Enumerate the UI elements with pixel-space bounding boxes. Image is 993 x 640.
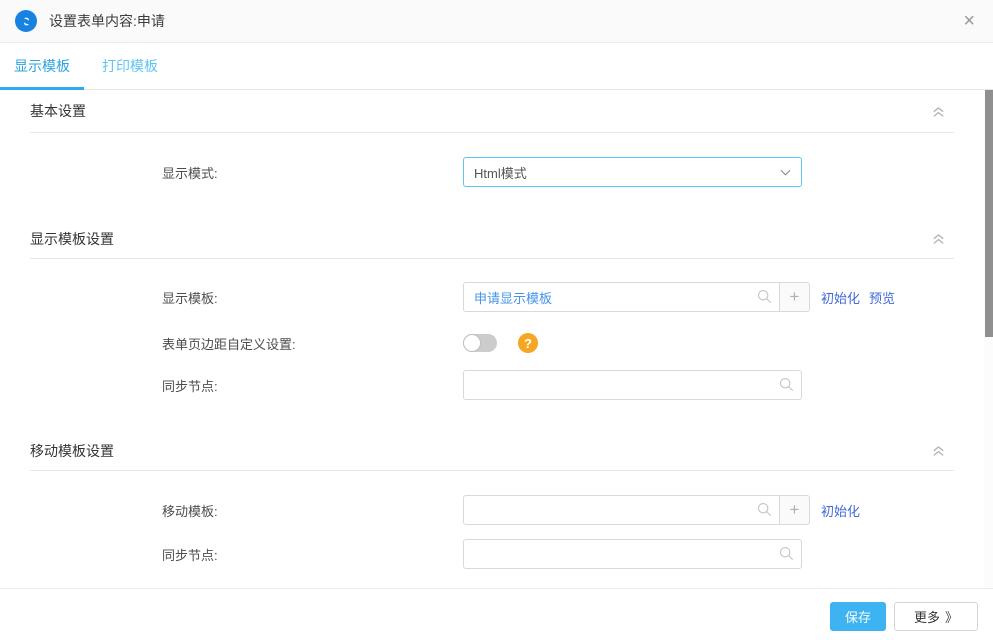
settings-dialog: 设置表单内容:申请 × 显示模板 打印模板 基本设置 显示模式: Html模式 [0, 0, 993, 640]
tab-label: 显示模板 [14, 56, 70, 76]
search-icon[interactable] [779, 377, 794, 392]
mobile-template-row: 移动模板: + 初始化 [30, 495, 954, 525]
mobile-template-input[interactable] [463, 495, 780, 525]
dialog-header: 设置表单内容:申请 × [0, 0, 993, 43]
close-icon[interactable]: × [963, 11, 975, 31]
section-title: 显示模板设置 [30, 229, 114, 249]
question-icon[interactable]: ? [518, 333, 538, 353]
collapse-up-icon[interactable] [931, 443, 946, 458]
collapse-up-icon[interactable] [931, 231, 946, 246]
tab-label: 打印模板 [102, 56, 158, 76]
double-arrow-icon: 》 [945, 607, 958, 626]
page-margin-toggle[interactable] [463, 334, 497, 352]
sync-node-input[interactable] [463, 539, 802, 569]
more-button[interactable]: 更多 》 [894, 602, 978, 631]
toggle-knob [463, 334, 481, 352]
section-header-mobile: 移动模板设置 [30, 431, 954, 471]
tab-print-template[interactable]: 打印模板 [88, 43, 172, 89]
section-title: 移动模板设置 [30, 441, 114, 461]
dialog-content: 基本设置 显示模式: Html模式 显示模板设置 显示模板: [0, 90, 984, 588]
display-mode-label: 显示模式: [162, 163, 463, 182]
sync-node-label: 同步节点: [162, 376, 463, 395]
app-logo-icon [15, 10, 37, 32]
init-link[interactable]: 初始化 [821, 288, 860, 307]
sync-node-row: 同步节点: [30, 370, 954, 400]
plus-icon[interactable]: + [780, 282, 810, 312]
search-icon[interactable] [757, 289, 772, 304]
sync-node-label: 同步节点: [162, 545, 463, 564]
display-mode-value: Html模式 [474, 163, 527, 182]
more-label: 更多 [914, 607, 940, 626]
template-links: 初始化 [821, 501, 860, 520]
scrollbar[interactable] [984, 90, 993, 588]
tab-display-template[interactable]: 显示模板 [0, 43, 84, 89]
template-links: 初始化 预览 [821, 288, 895, 307]
display-mode-row: 显示模式: Html模式 [30, 157, 954, 187]
sync-node-row: 同步节点: [30, 539, 954, 569]
sync-node-input[interactable] [463, 370, 802, 400]
mobile-template-label: 移动模板: [162, 501, 463, 520]
display-mode-select[interactable]: Html模式 [463, 157, 802, 187]
search-icon[interactable] [779, 546, 794, 561]
section-header-basic: 基本设置 [30, 90, 954, 133]
dialog-title: 设置表单内容:申请 [49, 11, 165, 31]
page-margin-row: 表单页边距自定义设置: ? [30, 332, 954, 354]
display-template-label: 显示模板: [162, 288, 463, 307]
chevron-down-icon [780, 169, 791, 176]
display-template-picker: + [463, 282, 810, 312]
display-template-row: 显示模板: + 初始化 预览 [30, 282, 954, 312]
collapse-up-icon[interactable] [931, 104, 946, 119]
section-header-display: 显示模板设置 [30, 219, 954, 259]
page-margin-label: 表单页边距自定义设置: [162, 334, 463, 353]
display-template-input[interactable] [463, 282, 780, 312]
save-button[interactable]: 保存 [830, 602, 886, 631]
init-link[interactable]: 初始化 [821, 501, 860, 520]
scrollbar-thumb[interactable] [985, 90, 993, 337]
tab-bar: 显示模板 打印模板 [0, 43, 993, 90]
preview-link[interactable]: 预览 [869, 288, 895, 307]
mobile-template-picker: + [463, 495, 810, 525]
dialog-footer: 保存 更多 》 [0, 588, 993, 640]
plus-icon[interactable]: + [780, 495, 810, 525]
section-title: 基本设置 [30, 101, 86, 121]
search-icon[interactable] [757, 502, 772, 517]
